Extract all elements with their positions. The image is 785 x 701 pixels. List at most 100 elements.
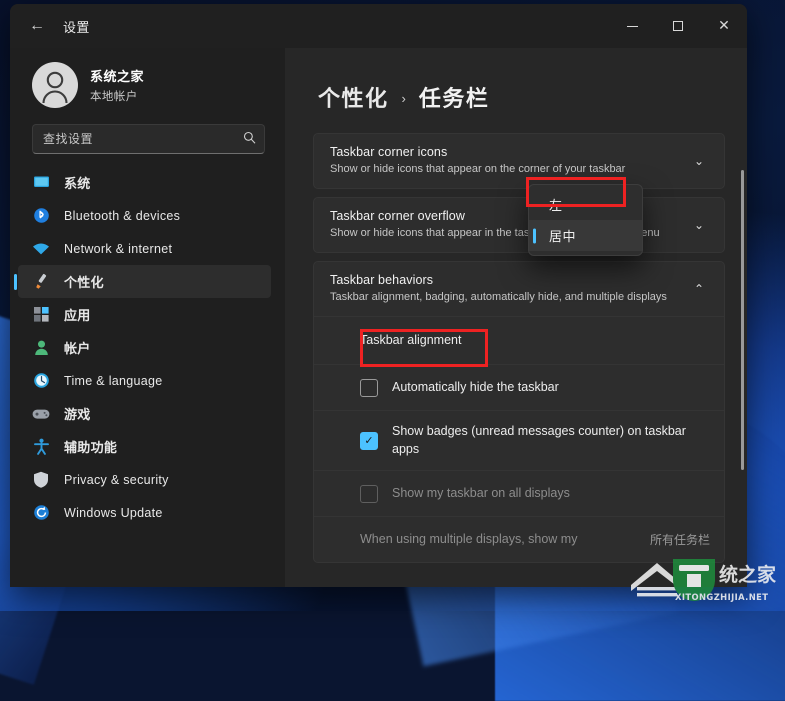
search-icon — [243, 131, 256, 147]
sidebar-item-label: Privacy & security — [64, 472, 169, 487]
show-badges-label: Show badges (unread messages counter) on… — [392, 424, 686, 456]
breadcrumb: 个性化 › 任务栏 — [285, 48, 747, 113]
bluetooth-icon — [32, 207, 50, 225]
taskbar-alignment-dropdown[interactable]: 左 居中 — [528, 184, 643, 256]
chevron-up-icon[interactable]: ⌃ — [688, 282, 710, 296]
account-block[interactable]: 系统之家 本地帐户 — [10, 48, 285, 122]
card-header[interactable]: Taskbar behaviors Taskbar alignment, bad… — [314, 262, 724, 316]
card-title: Taskbar behaviors — [330, 273, 434, 287]
chevron-down-icon[interactable]: ⌄ — [688, 154, 710, 168]
all-displays-label: Show my taskbar on all displays — [392, 485, 570, 500]
sidebar-item-0[interactable]: 系统 — [18, 166, 271, 199]
breadcrumb-separator-icon: › — [401, 91, 406, 106]
settings-cards: Taskbar corner icons Show or hide icons … — [313, 133, 725, 563]
auto-hide-checkbox[interactable] — [360, 378, 378, 397]
gamepad-icon — [32, 405, 50, 423]
card-header[interactable]: Taskbar corner icons Show or hide icons … — [314, 134, 724, 188]
sidebar-item-5[interactable]: 帐户 — [18, 331, 271, 364]
close-button[interactable]: ✕ — [701, 4, 747, 48]
breadcrumb-current: 任务栏 — [418, 86, 490, 111]
wifi-icon — [32, 240, 50, 258]
account-name: 系统之家 — [90, 69, 145, 84]
search-input[interactable] — [43, 132, 243, 146]
sidebar-item-label: 系统 — [64, 176, 91, 191]
sidebar-item-8[interactable]: 辅助功能 — [18, 430, 271, 463]
card-texts: Taskbar behaviors Taskbar alignment, bad… — [330, 273, 688, 305]
shield-icon — [32, 471, 50, 489]
account-type: 本地帐户 — [90, 91, 138, 103]
person-icon — [42, 71, 68, 104]
search-box[interactable] — [32, 124, 265, 154]
main-pane: 个性化 › 任务栏 Taskbar corner icons Show or h… — [285, 48, 747, 587]
sidebar-item-9[interactable]: Privacy & security — [18, 463, 271, 496]
auto-hide-label: Automatically hide the taskbar — [392, 379, 559, 394]
svg-text:统之家: 统之家 — [719, 563, 777, 586]
multiple-displays-label: When using multiple displays, show my — [360, 531, 578, 546]
card-taskbar-corner-icons[interactable]: Taskbar corner icons Show or hide icons … — [313, 133, 725, 189]
sidebar-item-label: Network & internet — [64, 241, 173, 256]
sidebar-item-label: Bluetooth & devices — [64, 208, 181, 223]
row-auto-hide[interactable]: Automatically hide the taskbar — [314, 364, 724, 410]
settings-window: ← 设置 ✕ 系统之家 本地帐户 查找设置 系统 Bluetooth & dev… — [10, 4, 747, 587]
brush-icon — [32, 273, 50, 291]
card-header[interactable]: Taskbar corner overflow Show or hide ico… — [314, 198, 724, 252]
account-icon — [32, 339, 50, 357]
row-all-displays[interactable]: Show my taskbar on all displays — [314, 470, 724, 516]
all-displays-checkbox[interactable] — [360, 484, 378, 503]
sidebar-nav: 系统 Bluetooth & devices Network & internet 个… — [10, 164, 285, 587]
back-arrow-icon: ← — [29, 17, 45, 34]
app-title: 设置 — [63, 19, 90, 35]
avatar — [32, 62, 78, 108]
update-icon — [32, 504, 50, 522]
apps-icon — [32, 306, 50, 324]
close-icon: ✕ — [718, 18, 730, 34]
check-icon: ✓ — [364, 434, 374, 447]
watermark-text: XITONGZHIJIA.NET — [675, 592, 768, 602]
maximize-button[interactable] — [655, 4, 701, 48]
sidebar-item-6[interactable]: Time & language — [18, 364, 271, 397]
card-texts: Taskbar corner icons Show or hide icons … — [330, 145, 688, 177]
dropdown-option-label: 左 — [549, 198, 563, 213]
sidebar-item-label: 个性化 — [64, 275, 104, 290]
dropdown-option-label: 居中 — [549, 229, 577, 244]
clock-icon — [32, 372, 50, 390]
show-badges-checkbox[interactable]: ✓ — [360, 431, 378, 450]
card-subtitle: Taskbar alignment, badging, automaticall… — [330, 291, 667, 303]
sidebar-item-label: 辅助功能 — [64, 440, 118, 455]
display-icon — [32, 174, 50, 192]
sidebar-item-4[interactable]: 应用 — [18, 298, 271, 331]
sidebar-item-label: 游戏 — [64, 407, 91, 422]
sidebar-item-10[interactable]: Windows Update — [18, 496, 271, 529]
window-body: 系统之家 本地帐户 系统 Bluetooth & devices Network &… — [10, 48, 747, 587]
card-taskbar-corner-overflow[interactable]: Taskbar corner overflow Show or hide ico… — [313, 197, 725, 253]
sidebar-item-7[interactable]: 游戏 — [18, 397, 271, 430]
title-bar: ← 设置 ✕ — [10, 4, 747, 48]
window-controls: ✕ — [609, 4, 747, 48]
sidebar-item-2[interactable]: Network & internet — [18, 232, 271, 265]
card-taskbar-behaviors[interactable]: Taskbar behaviors Taskbar alignment, bad… — [313, 261, 725, 563]
dropdown-option-left[interactable]: 左 — [529, 189, 642, 220]
accessibility-icon — [32, 438, 50, 456]
sidebar-item-label: 应用 — [64, 308, 91, 323]
sidebar-item-1[interactable]: Bluetooth & devices — [18, 199, 271, 232]
watermark-logo: 统之家 XITONGZHIJIA.NET — [631, 559, 777, 602]
minimize-button[interactable] — [609, 4, 655, 48]
account-text: 系统之家 本地帐户 — [90, 66, 144, 104]
sidebar: 系统之家 本地帐户 系统 Bluetooth & devices Network &… — [10, 48, 285, 587]
card-title: Taskbar corner icons — [330, 145, 448, 159]
sidebar-item-label: Windows Update — [64, 505, 163, 520]
taskbar-alignment-label: Taskbar alignment — [360, 332, 462, 347]
sidebar-item-label: Time & language — [64, 373, 163, 388]
row-show-badges[interactable]: ✓ Show badges (unread messages counter) … — [314, 410, 724, 470]
card-subtitle: Show or hide icons that appear on the co… — [330, 163, 626, 175]
minimize-icon — [626, 25, 638, 27]
sidebar-item-label: 帐户 — [64, 341, 91, 356]
main-scrollbar[interactable] — [741, 170, 744, 470]
dropdown-option-center[interactable]: 居中 — [529, 220, 642, 251]
chevron-down-icon[interactable]: ⌄ — [688, 218, 710, 232]
sidebar-item-3[interactable]: 个性化 — [18, 265, 271, 298]
breadcrumb-parent[interactable]: 个性化 — [318, 81, 389, 113]
back-button[interactable]: ← — [21, 10, 53, 42]
maximize-icon — [673, 21, 683, 31]
row-taskbar-alignment[interactable]: Taskbar alignment — [314, 316, 724, 364]
